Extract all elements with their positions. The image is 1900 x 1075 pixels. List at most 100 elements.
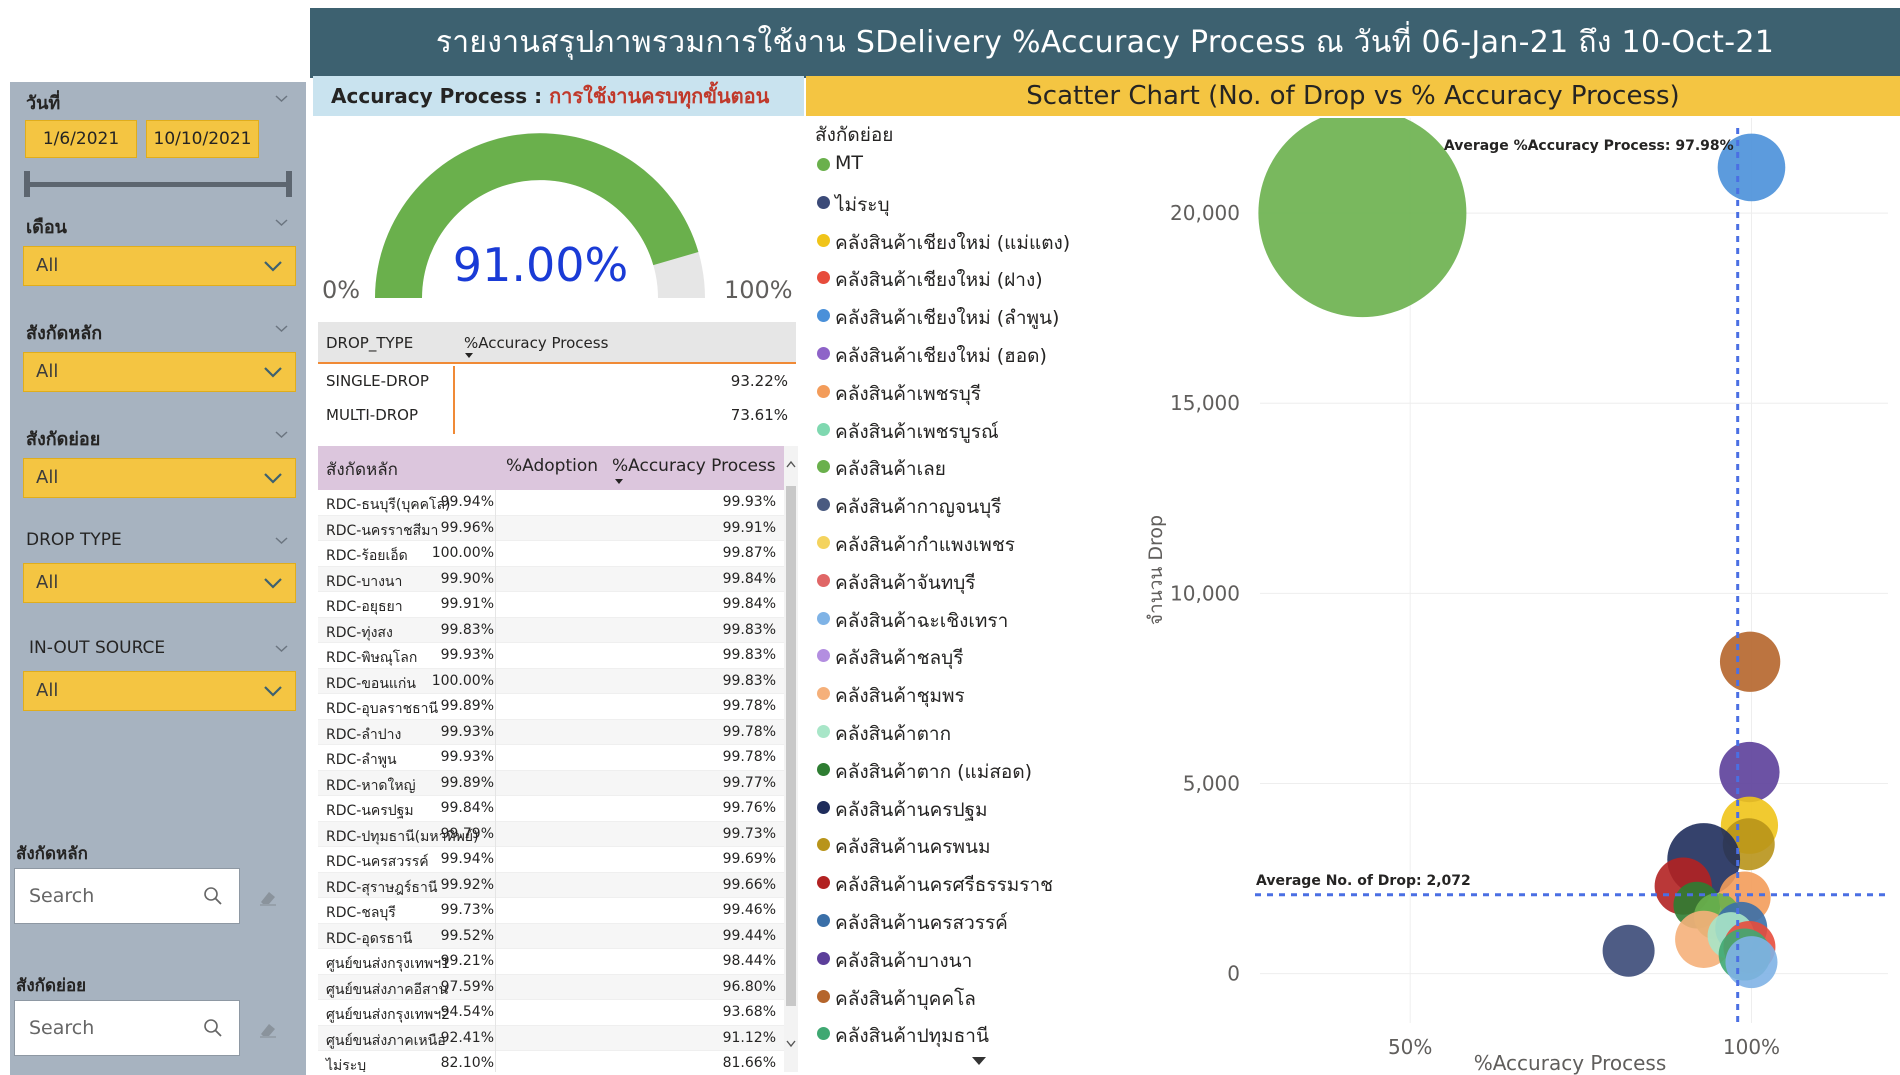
legend-item[interactable]: คลังสินค้าเพชรบุรี: [815, 377, 1145, 415]
table-row[interactable]: ศูนย์ขนส่งกรุงเทพฯ1 99.21% 98.44%: [318, 949, 796, 975]
legend-item[interactable]: คลังสินค้าตาก (แม่สอด): [815, 755, 1145, 793]
legend-item[interactable]: คลังสินค้าบางนา: [815, 944, 1145, 982]
main-unit-dropdown[interactable]: All: [23, 352, 296, 392]
legend-item[interactable]: คลังสินค้าจันทบุรี: [815, 566, 1145, 604]
inout-dropdown[interactable]: All: [23, 671, 296, 711]
chevron-down-icon[interactable]: [275, 322, 288, 335]
sub-unit-dropdown[interactable]: All: [23, 458, 296, 498]
drop-type-dropdown[interactable]: All: [23, 563, 296, 603]
sub-unit-filter-label: สังกัดย่อย: [26, 429, 101, 450]
table-row[interactable]: RDC-นครสวรรค์ 99.94% 99.69%: [318, 847, 796, 873]
sort-desc-icon[interactable]: [464, 352, 474, 359]
slider-start-handle[interactable]: [24, 171, 30, 197]
legend-item[interactable]: MT: [815, 150, 1145, 188]
table-scrollbar[interactable]: [784, 446, 798, 1072]
chevron-down-icon[interactable]: [275, 642, 288, 655]
accuracy-cell: 99.77%: [722, 774, 776, 791]
table-row[interactable]: MULTI-DROP 73.61%: [318, 398, 796, 432]
col-accuracy-process[interactable]: %Accuracy Process: [612, 456, 776, 476]
legend-item[interactable]: คลังสินค้าเชียงใหม่ (ฮอด): [815, 339, 1145, 377]
accuracy-cell: 99.84%: [722, 596, 776, 612]
chevron-down-icon[interactable]: [275, 534, 288, 547]
table-row[interactable]: RDC-ลำพูน 99.93% 99.78%: [318, 745, 796, 771]
adoption-cell: 92.41%: [440, 1029, 494, 1046]
col-adoption[interactable]: %Adoption: [506, 456, 598, 476]
table-row[interactable]: RDC-อุบลราชธานี 99.89% 99.78%: [318, 694, 796, 720]
table-row[interactable]: RDC-นครราชสีมา 99.96% 99.91%: [318, 515, 796, 541]
legend-marker: [817, 724, 830, 738]
legend-item[interactable]: คลังสินค้าเชียงใหม่ (ลำพูน): [815, 301, 1145, 339]
search-sub-unit-input[interactable]: Search: [14, 1000, 240, 1056]
legend-item[interactable]: คลังสินค้านครปฐม: [815, 793, 1145, 831]
table-row[interactable]: RDC-ทุ่งสง 99.83% 99.83%: [318, 617, 796, 643]
table-row[interactable]: RDC-อยุธยา 99.91% 99.84%: [318, 592, 796, 618]
legend-label: คลังสินค้ากำแพงเพชร: [835, 533, 1015, 556]
legend-item[interactable]: คลังสินค้าตาก: [815, 717, 1145, 755]
chevron-down-icon: [264, 367, 282, 378]
legend-item[interactable]: คลังสินค้าปทุมธานี: [815, 1019, 1145, 1057]
eraser-icon[interactable]: [257, 1018, 279, 1040]
sort-desc-icon[interactable]: [614, 478, 624, 485]
date-start-input[interactable]: 1/6/2021: [25, 120, 137, 158]
legend-title: สังกัดย่อย: [815, 124, 894, 146]
chevron-down-icon: [264, 578, 282, 589]
accuracy-cell: 93.68%: [722, 1004, 776, 1020]
chevron-down-icon[interactable]: [275, 92, 288, 105]
main-unit-cell: RDC-ชลบุรี: [326, 905, 396, 921]
legend-item[interactable]: คลังสินค้าฉะเชิงเทรา: [815, 604, 1145, 642]
slider-end-handle[interactable]: [286, 171, 292, 197]
legend-item[interactable]: ไม่ระบุ: [815, 188, 1145, 226]
legend-scroll-down-icon[interactable]: [972, 1057, 986, 1065]
legend-item[interactable]: คลังสินค้ากำแพงเพชร: [815, 528, 1145, 566]
col-drop-type[interactable]: DROP_TYPE: [326, 334, 413, 352]
accuracy-cell: 99.83%: [722, 621, 776, 638]
table-row[interactable]: RDC-นครปฐม 99.84% 99.76%: [318, 796, 796, 822]
col-accuracy[interactable]: %Accuracy Process: [464, 334, 608, 352]
table-row[interactable]: RDC-ปทุมธานี(มหาทิพย์) 99.79% 99.73%: [318, 821, 796, 847]
search-main-unit-input[interactable]: Search: [14, 868, 240, 924]
col-main-unit[interactable]: สังกัดหลัก: [326, 456, 398, 483]
table-row[interactable]: RDC-ชลบุรี 99.73% 99.46%: [318, 898, 796, 924]
table-row[interactable]: RDC-ธนบุรี(บุคคโล) 99.94% 99.93%: [318, 490, 796, 516]
table-row[interactable]: RDC-ร้อยเอ็ด 100.00% 99.87%: [318, 541, 796, 567]
main-unit-dropdown-value: All: [36, 361, 59, 382]
table-row[interactable]: RDC-สุราษฎร์ธานี 99.92% 99.66%: [318, 872, 796, 898]
table-row[interactable]: RDC-ขอนแก่น 100.00% 99.83%: [318, 668, 796, 694]
chevron-down-icon[interactable]: [275, 216, 288, 229]
legend-item[interactable]: คลังสินค้าชลบุรี: [815, 641, 1145, 679]
date-range-slider[interactable]: [26, 182, 290, 187]
table-row[interactable]: RDC-อุดรธานี 99.52% 99.44%: [318, 923, 796, 949]
legend-item[interactable]: คลังสินค้าเชียงใหม่ (ฝาง): [815, 263, 1145, 301]
main-unit-cell: RDC-ลำพูน: [326, 752, 397, 768]
scrollbar-thumb[interactable]: [786, 486, 796, 1006]
adoption-cell: 99.90%: [440, 570, 494, 587]
table-row[interactable]: ศูนย์ขนส่งภาคอีสาน 97.59% 96.80%: [318, 974, 796, 1000]
accuracy-cell: 73.61%: [730, 406, 788, 424]
eraser-icon[interactable]: [257, 886, 279, 908]
table-row[interactable]: RDC-บางนา 99.90% 99.84%: [318, 566, 796, 592]
table-row[interactable]: ศูนย์ขนส่งภาคเหนือ 92.41% 91.12%: [318, 1025, 796, 1051]
chevron-down-icon[interactable]: [275, 428, 288, 441]
scroll-down-icon[interactable]: [786, 1040, 796, 1048]
legend-item[interactable]: คลังสินค้าเลย: [815, 452, 1145, 490]
legend-item[interactable]: คลังสินค้าบุคคโล: [815, 982, 1145, 1020]
table-row[interactable]: ไม่ระบุ 82.10% 81.66%: [318, 1051, 796, 1072]
table-row[interactable]: RDC-ลำปาง 99.93% 99.78%: [318, 719, 796, 745]
table-row[interactable]: RDC-พิษณุโลก 99.93% 99.83%: [318, 643, 796, 669]
scroll-up-icon[interactable]: [786, 460, 796, 468]
legend-item[interactable]: คลังสินค้ากาญจนบุรี: [815, 490, 1145, 528]
legend-label: คลังสินค้าฉะเชิงเทรา: [835, 609, 1009, 632]
legend-item[interactable]: คลังสินค้านครสวรรค์: [815, 906, 1145, 944]
legend-item[interactable]: คลังสินค้าเพชรบูรณ์: [815, 415, 1145, 453]
table-row[interactable]: RDC-หาดใหญ่ 99.89% 99.77%: [318, 770, 796, 796]
date-end-input[interactable]: 10/10/2021: [146, 120, 259, 158]
legend-item[interactable]: คลังสินค้าชุมพร: [815, 679, 1145, 717]
search-main-unit-placeholder: Search: [29, 885, 95, 907]
table-row[interactable]: SINGLE-DROP 93.22%: [318, 364, 796, 398]
month-dropdown[interactable]: All: [23, 246, 296, 286]
legend-item[interactable]: คลังสินค้านครศรีธรรมราช: [815, 868, 1145, 906]
table-row[interactable]: ศูนย์ขนส่งกรุงเทพฯ2 94.54% 93.68%: [318, 1000, 796, 1026]
legend-item[interactable]: คลังสินค้านครพนม: [815, 830, 1145, 868]
legend-item[interactable]: คลังสินค้าเชียงใหม่ (แม่แตง): [815, 226, 1145, 264]
legend-marker: [817, 573, 830, 587]
